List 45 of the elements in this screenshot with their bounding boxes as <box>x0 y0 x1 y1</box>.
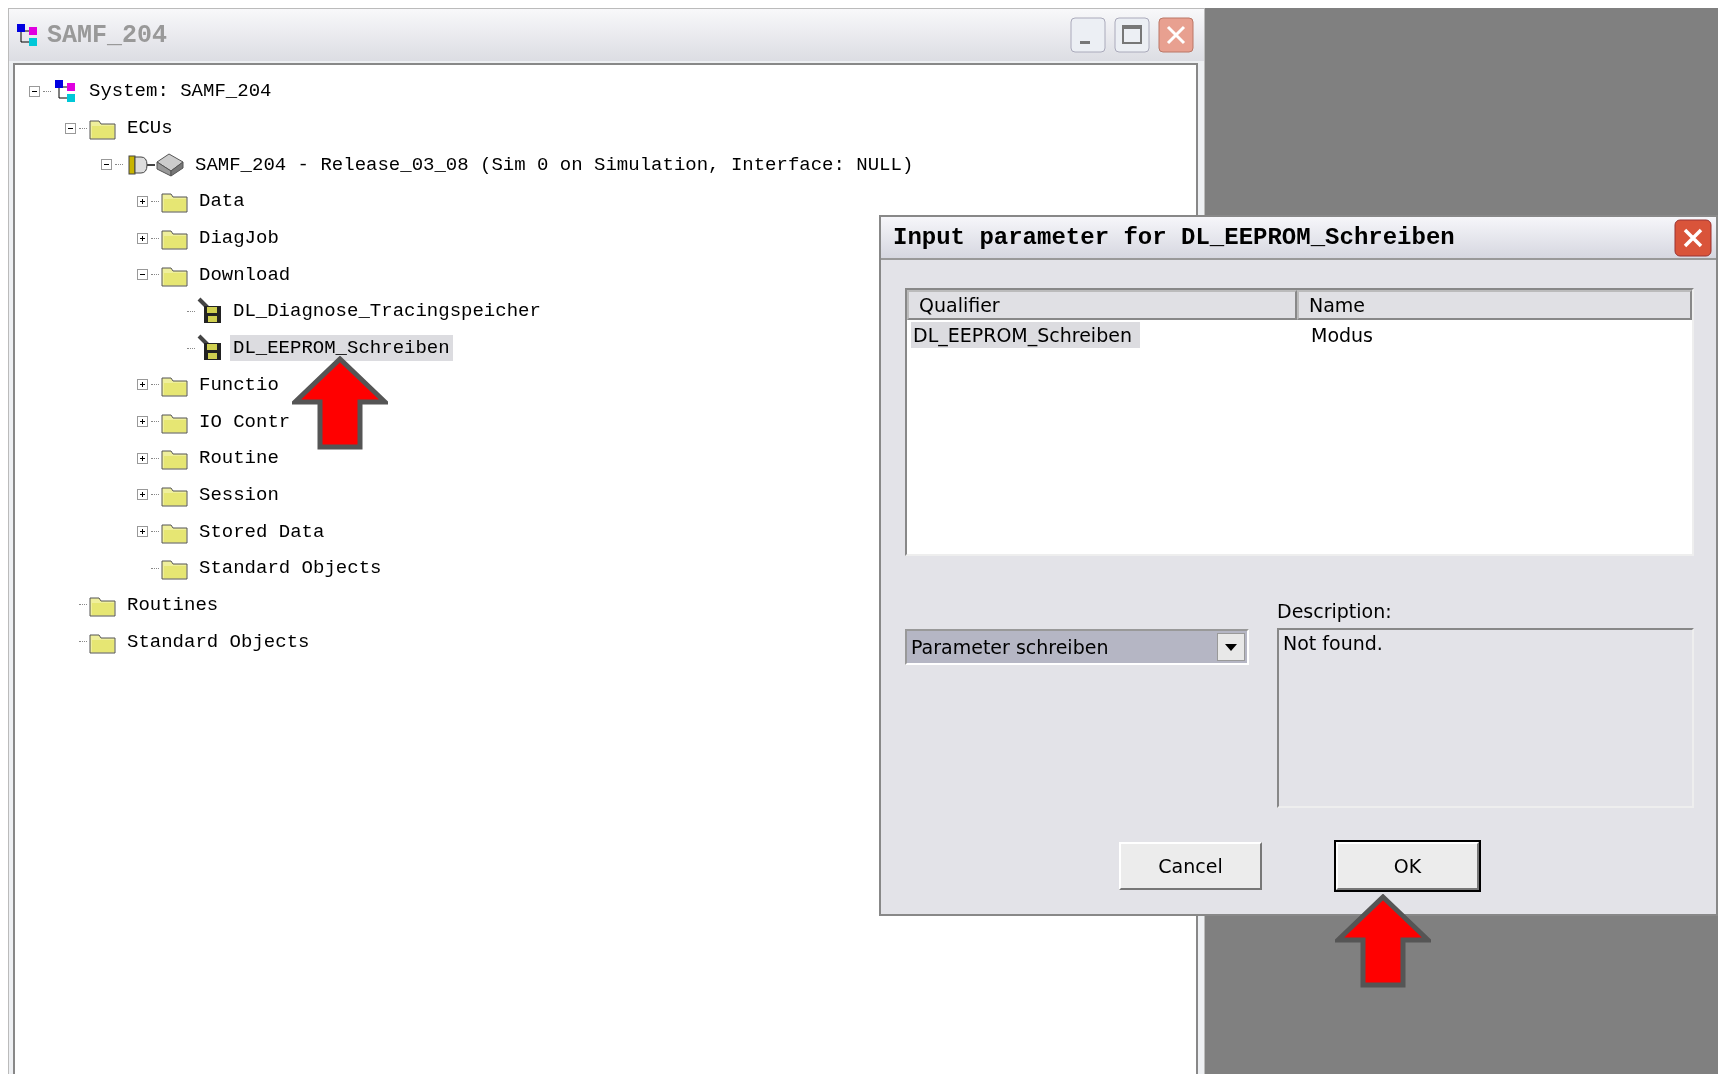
expand-icon[interactable] <box>137 416 151 428</box>
tree-item[interactable]: ECUs <box>124 115 176 142</box>
tree-item[interactable]: Functio <box>196 371 282 398</box>
tree-item[interactable]: Routine <box>196 445 282 472</box>
tree-item[interactable]: DiagJob <box>196 225 282 252</box>
tree-item[interactable]: IO Contr <box>196 408 294 435</box>
close-icon[interactable] <box>1158 17 1194 53</box>
tree-item[interactable]: Session <box>196 481 282 508</box>
minimize-icon[interactable] <box>1070 17 1106 53</box>
collapse-icon[interactable] <box>137 269 151 281</box>
expand-icon[interactable] <box>137 232 151 244</box>
collapse-icon[interactable] <box>29 85 43 97</box>
tree-item[interactable]: Data <box>196 188 248 215</box>
collapse-icon[interactable] <box>101 159 115 171</box>
tree-item[interactable]: Standard Objects <box>124 628 313 655</box>
floppy-disk-icon <box>197 334 223 363</box>
maximize-icon[interactable] <box>1114 17 1150 53</box>
description-text: Not found. <box>1283 632 1383 654</box>
window-title: SAMF_204 <box>47 20 168 50</box>
ecu-connector-icon <box>127 151 185 178</box>
parameter-dropdown[interactable]: Parameter schreiben <box>905 629 1249 665</box>
tree-item[interactable]: Download <box>196 261 294 288</box>
tree-item[interactable]: Standard Objects <box>196 555 385 582</box>
expand-icon[interactable] <box>137 452 151 464</box>
tree-item[interactable]: DL_EEPROM_Schreiben <box>230 335 453 362</box>
column-header[interactable]: Name <box>1297 290 1692 320</box>
tree-item[interactable]: DL_Diagnose_Tracingspeicher <box>230 298 544 325</box>
expand-icon[interactable] <box>137 379 151 391</box>
tree-item[interactable]: System: SAMF_204 <box>86 78 275 105</box>
tree-item[interactable]: SAMF_204 - Release_03_08 (Sim 0 on Simulation, Interface: NULL) <box>192 151 917 178</box>
dialog-button[interactable]: Cancel <box>1119 842 1262 890</box>
table-cell-text: Modus <box>1310 323 1375 348</box>
expand-icon[interactable] <box>137 195 151 207</box>
table-cell[interactable]: DL_EEPROM_Schreiben <box>911 322 1140 348</box>
collapse-icon[interactable] <box>65 122 79 134</box>
floppy-disk-icon <box>197 297 223 326</box>
dialog-button[interactable]: OK <box>1336 842 1479 890</box>
expand-icon[interactable] <box>137 526 151 538</box>
tree-item[interactable]: Routines <box>124 591 222 618</box>
expand-icon[interactable] <box>137 489 151 501</box>
description-label: Description: <box>1277 600 1393 622</box>
close-icon[interactable] <box>1674 218 1712 257</box>
column-header[interactable]: Qualifier <box>907 290 1297 320</box>
tree-item[interactable]: Stored Data <box>196 518 328 545</box>
dialog-title: Input parameter for DL_EEPROM_Schreiben <box>893 224 1455 251</box>
